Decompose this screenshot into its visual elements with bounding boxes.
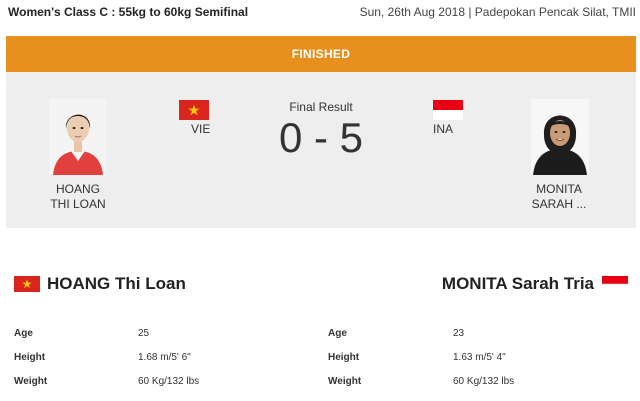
final-result-label: Final Result [289,100,353,114]
athlete-b-country-code: INA [433,122,454,136]
athlete-a-short-line2: THI LOAN [50,197,106,211]
athlete-b-photo[interactable] [531,99,589,175]
match-status-bar: FINISHED [6,36,636,72]
athlete-b-short-line1: MONITA [536,182,582,196]
event-date-venue: Sun, 26th Aug 2018 | Padepokan Pencak Si… [359,5,636,19]
event-title: Women's Class C : 55kg to 60kg Semifinal [8,5,249,19]
athlete-b-short-name[interactable]: MONITA SARAH ... [514,182,604,212]
athlete-a-short-name[interactable]: HOANG THI LOAN [33,182,123,212]
athlete-a-height-label: Height [14,352,46,363]
athlete-a-weight-label: Weight [14,376,48,387]
athlete-b-full-name[interactable]: MONITA Sarah Tria [442,274,594,294]
vietnam-flag-icon [14,276,40,292]
athlete-a-age-value: 25 [138,328,150,339]
athlete-a-height-value: 1.68 m/5' 6" [138,352,191,363]
athlete-a-photo[interactable] [49,99,107,175]
athlete-b-short-line2: SARAH ... [531,197,587,211]
vietnam-flag-icon [179,100,209,120]
athlete-a-short-line1: HOANG [55,182,100,196]
athlete-b-height-value: 1.63 m/5' 4" [453,352,506,363]
athlete-b-age-value: 23 [453,328,465,339]
event-header: Women's Class C : 55kg to 60kg Semifinal… [0,0,640,28]
athlete-a-age-label: Age [14,328,33,339]
athlete-b-weight-label: Weight [328,376,362,387]
athlete-a-weight-value: 60 Kg/132 lbs [138,376,200,387]
match-score: 0 - 5 [278,114,364,161]
indonesia-flag-icon [433,100,463,120]
athlete-b-height-label: Height [328,352,360,363]
indonesia-flag-icon [602,276,628,292]
athlete-a-country-code: VIE [191,122,211,136]
athlete-b-age-label: Age [328,328,347,339]
match-result-card: HOANG THI LOAN VIE Final Result 0 - 5 IN… [6,72,636,228]
athlete-b-weight-value: 60 Kg/132 lbs [453,376,515,387]
athlete-a-full-name[interactable]: HOANG Thi Loan [47,274,186,294]
